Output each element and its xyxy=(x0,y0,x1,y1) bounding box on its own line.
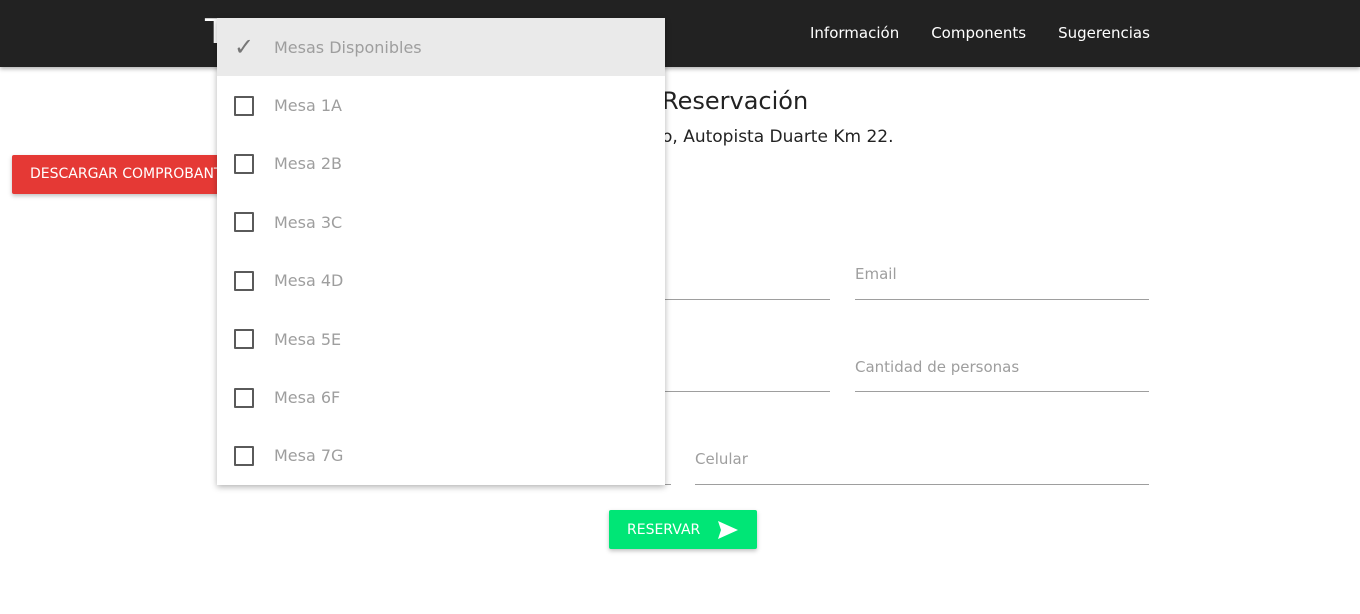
option-label: Mesas Disponibles xyxy=(274,37,422,57)
phone-label: Celular xyxy=(695,450,748,468)
checkbox-icon[interactable] xyxy=(234,95,254,116)
reserve-button[interactable]: RESERVAR xyxy=(609,510,757,549)
option-mesa-6f[interactable]: Mesa 6F xyxy=(217,368,665,426)
option-label: Mesa 1A xyxy=(274,96,342,116)
navbar: T Información Components Sugerencias xyxy=(0,0,1360,67)
option-mesa-3c[interactable]: Mesa 3C xyxy=(217,193,665,251)
option-mesa-7g[interactable]: Mesa 7G xyxy=(217,427,665,485)
option-label: Mesa 6F xyxy=(274,388,341,408)
option-label: Mesa 5E xyxy=(274,329,342,349)
email-label: Email xyxy=(855,265,897,283)
nav-link-informacion[interactable]: Información xyxy=(810,24,899,42)
nav-link-components[interactable]: Components xyxy=(931,24,1026,42)
option-mesa-2b[interactable]: Mesa 2B xyxy=(217,135,665,193)
phone-field[interactable]: Celular xyxy=(695,450,1149,485)
option-mesa-1a[interactable]: Mesa 1A xyxy=(217,76,665,134)
option-mesa-4d[interactable]: Mesa 4D xyxy=(217,252,665,310)
reserve-label: RESERVAR xyxy=(627,521,701,538)
nav-link-sugerencias[interactable]: Sugerencias xyxy=(1058,24,1150,42)
page-title: Reservación xyxy=(662,87,809,115)
people-label: Cantidad de personas xyxy=(855,358,1020,376)
checkbox-icon[interactable] xyxy=(234,270,254,291)
option-label: Mesa 7G xyxy=(274,446,344,466)
checkbox-icon[interactable] xyxy=(234,329,254,350)
checkbox-icon[interactable] xyxy=(234,445,254,466)
checkbox-icon[interactable] xyxy=(234,387,254,408)
send-icon xyxy=(718,520,739,539)
email-field[interactable]: Email xyxy=(855,265,1149,300)
option-label: Mesa 2B xyxy=(274,154,343,174)
page-subtitle: o, Autopista Duarte Km 22. xyxy=(662,127,894,147)
people-field[interactable]: Cantidad de personas xyxy=(855,358,1149,392)
checkbox-icon[interactable] xyxy=(234,153,254,174)
checkbox-icon[interactable] xyxy=(234,212,254,233)
option-label: Mesa 3C xyxy=(274,212,343,232)
download-receipt-button[interactable]: DESCARGAR COMPROBANTE xyxy=(12,155,242,194)
dropdown-header-option[interactable]: ✓ Mesas Disponibles xyxy=(217,18,665,77)
check-icon: ✓ xyxy=(234,33,255,62)
option-label: Mesa 4D xyxy=(274,271,344,291)
option-mesa-5e[interactable]: Mesa 5E xyxy=(217,310,665,368)
tables-dropdown: ✓ Mesas Disponibles Mesa 1A Mesa 2B Mesa … xyxy=(217,18,665,485)
